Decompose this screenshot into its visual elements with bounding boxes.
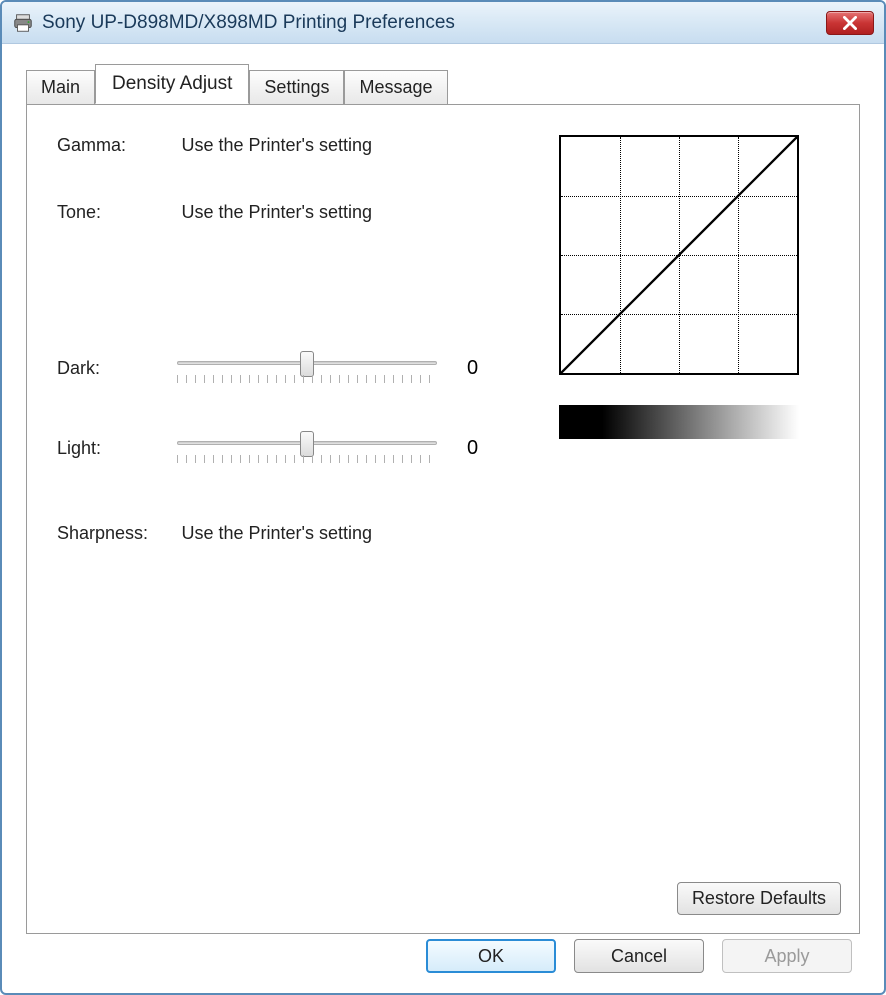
restore-defaults-button[interactable]: Restore Defaults (677, 882, 841, 915)
ok-button[interactable]: OK (426, 939, 556, 973)
light-slider-thumb[interactable] (300, 431, 314, 457)
tab-settings[interactable]: Settings (249, 70, 344, 105)
window-title: Sony UP-D898MD/X898MD Printing Preferenc… (42, 12, 826, 34)
cancel-button[interactable]: Cancel (574, 939, 704, 973)
dark-value: 0 (467, 357, 497, 380)
tone-value: Use the Printer's setting (181, 202, 372, 222)
sharpness-value: Use the Printer's setting (181, 523, 372, 543)
gamma-value: Use the Printer's setting (181, 135, 372, 155)
tab-density-adjust[interactable]: Density Adjust (95, 64, 249, 104)
tone-curve-chart (559, 135, 799, 375)
light-value: 0 (467, 437, 497, 460)
titlebar: Sony UP-D898MD/X898MD Printing Preferenc… (2, 2, 884, 44)
tab-main[interactable]: Main (26, 70, 95, 105)
light-slider[interactable] (177, 433, 437, 463)
dark-slider[interactable] (177, 353, 437, 383)
dark-slider-thumb[interactable] (300, 351, 314, 377)
dialog-window: Sony UP-D898MD/X898MD Printing Preferenc… (0, 0, 886, 995)
light-label: Light: (57, 438, 177, 459)
dark-label: Dark: (57, 358, 177, 379)
dialog-button-row: OK Cancel Apply (426, 939, 852, 973)
apply-button: Apply (722, 939, 852, 973)
close-button[interactable] (826, 11, 874, 35)
tone-label: Tone: (57, 202, 177, 223)
tab-message[interactable]: Message (344, 70, 447, 105)
density-gradient-preview (559, 405, 799, 439)
gamma-label: Gamma: (57, 135, 177, 156)
printer-icon (12, 12, 34, 34)
client-area: Main Density Adjust Settings Message Gam… (8, 46, 878, 987)
sharpness-label: Sharpness: (57, 523, 177, 544)
tab-panel-density-adjust: Gamma: Use the Printer's setting Tone: U… (26, 104, 860, 934)
tabstrip: Main Density Adjust Settings Message (8, 46, 878, 104)
